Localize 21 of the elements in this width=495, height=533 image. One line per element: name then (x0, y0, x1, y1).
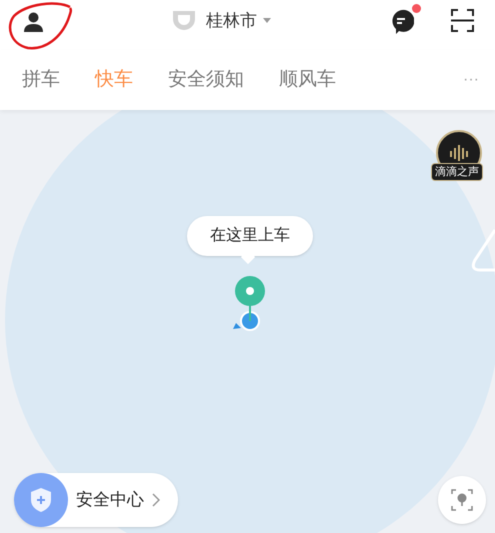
badge-label: 滴滴之声 (431, 163, 483, 181)
person-icon[interactable] (23, 12, 44, 32)
safety-center-label: 安全中心 (76, 489, 144, 512)
city-selector[interactable]: 桂林市 (206, 8, 271, 34)
safety-center-button[interactable]: 安全中心 (14, 473, 178, 527)
shield-icon (30, 487, 52, 513)
map[interactable]: 滴滴之声 在这里上车 安全中心 (0, 110, 495, 533)
ride-tab[interactable]: 拼车 (22, 66, 60, 94)
hand-drawn-annotation (6, 2, 74, 52)
ride-tab[interactable]: 安全须知 (168, 66, 244, 94)
chevron-right-icon (152, 493, 160, 507)
ride-tab[interactable]: 顺风车 (279, 66, 336, 94)
locate-icon (451, 489, 473, 511)
ride-tab[interactable]: 快车 (95, 66, 133, 94)
scan-icon[interactable] (451, 9, 474, 32)
logo-icon (170, 8, 198, 33)
more-button[interactable]: ··· (463, 68, 479, 92)
pickup-label: 在这里上车 (210, 226, 290, 246)
caret-icon (263, 18, 271, 24)
message-icon[interactable] (390, 7, 414, 35)
soundwave-icon (447, 143, 471, 163)
